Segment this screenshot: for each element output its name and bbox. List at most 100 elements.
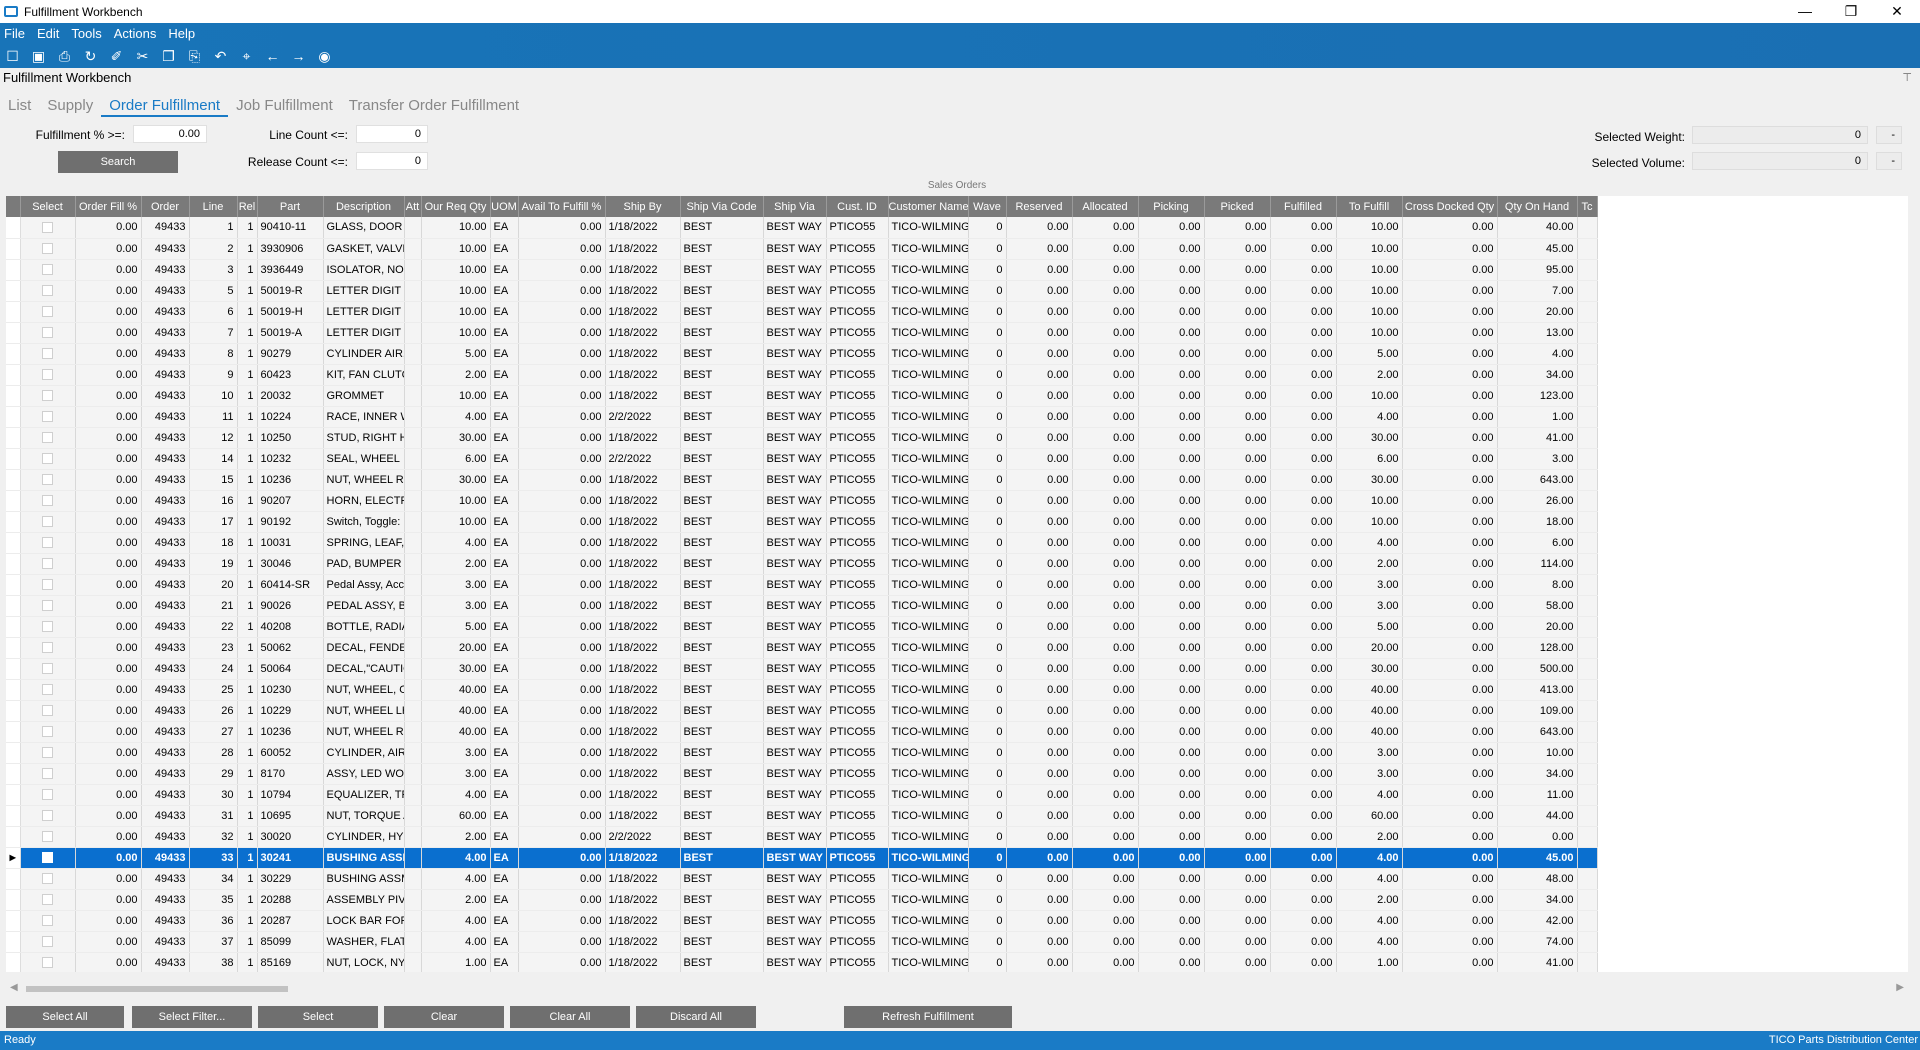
cell-order[interactable]: 49433 <box>141 574 190 596</box>
cell-rel[interactable]: 1 <box>237 385 258 407</box>
cell-picked[interactable]: 0.00 <box>1204 364 1271 386</box>
cell-description[interactable]: NUT, WHEEL RH <box>323 721 405 743</box>
cell-reserved[interactable]: 0.00 <box>1006 469 1073 491</box>
stop-icon[interactable]: ◉ <box>316 48 333 65</box>
row-indicator[interactable] <box>6 910 21 932</box>
cell-wave[interactable]: 0 <box>968 805 1007 827</box>
cell-avail-to-fulfill[interactable]: 0.00 <box>518 322 606 344</box>
cell-cust-id[interactable]: PTICO55 <box>826 826 889 848</box>
cell-uom[interactable]: EA <box>490 700 519 722</box>
cell-reserved[interactable]: 0.00 <box>1006 616 1073 638</box>
cell-picking[interactable]: 0.00 <box>1138 700 1205 722</box>
table-row[interactable]: 0.00 49433 26 1 10229 NUT, WHEEL LH 40.00 EA 0.0… <box>6 700 1598 722</box>
cell-cust-id[interactable]: PTICO55 <box>826 259 889 281</box>
cell-ship-via[interactable]: BEST WAY <box>763 427 827 449</box>
cell-description[interactable]: DECAL, FENDER <box>323 637 405 659</box>
cell-att[interactable] <box>404 847 422 869</box>
cell-rel[interactable]: 1 <box>237 868 258 890</box>
cell-part[interactable]: 20032 <box>257 385 324 407</box>
cell-cust-id[interactable]: PTICO55 <box>826 511 889 533</box>
cell-our-req-qty[interactable]: 10.00 <box>421 280 491 302</box>
cell-avail-to-fulfill[interactable]: 0.00 <box>518 595 606 617</box>
select-checkbox[interactable] <box>42 768 53 780</box>
cell-avail-to-fulfill[interactable]: 0.00 <box>518 259 606 281</box>
cell-cross-docked-qty[interactable]: 0.00 <box>1402 427 1498 449</box>
column-header[interactable]: Order <box>141 196 190 217</box>
search-button[interactable]: Search <box>58 151 178 173</box>
table-row[interactable]: 0.00 49433 29 1 8170 ASSY, LED WOR 3.00 EA 0.00 1… <box>6 763 1598 785</box>
cell-att[interactable] <box>404 490 422 512</box>
table-row[interactable]: 0.00 49433 38 1 85169 NUT, LOCK, NYL 1.00 EA 0.0… <box>6 952 1598 972</box>
cell-qty-on-hand[interactable]: 123.00 <box>1497 385 1578 407</box>
cell-part[interactable]: 10236 <box>257 721 324 743</box>
select-checkbox[interactable] <box>42 495 53 507</box>
cell-cross-docked-qty[interactable]: 0.00 <box>1402 910 1498 932</box>
cell-part[interactable]: 90279 <box>257 343 324 365</box>
cell-ship-via-code[interactable]: BEST <box>680 931 764 953</box>
table-row[interactable]: 0.00 49433 14 1 10232 SEAL, WHEEL 6.00 EA 0.00 2/… <box>6 448 1598 470</box>
cell-our-req-qty[interactable]: 4.00 <box>421 931 491 953</box>
cell-allocated[interactable]: 0.00 <box>1072 658 1139 680</box>
cell-to-fulfill[interactable]: 10.00 <box>1336 385 1403 407</box>
cell-avail-to-fulfill[interactable]: 0.00 <box>518 763 606 785</box>
cell-allocated[interactable]: 0.00 <box>1072 364 1139 386</box>
cell-order[interactable]: 49433 <box>141 238 190 260</box>
cell-ship-by[interactable]: 1/18/2022 <box>605 637 681 659</box>
cell-rel[interactable]: 1 <box>237 679 258 701</box>
cell-to-fulfill[interactable]: 30.00 <box>1336 658 1403 680</box>
select-checkbox[interactable] <box>42 726 53 738</box>
cell-ship-by[interactable]: 1/18/2022 <box>605 595 681 617</box>
cell-ship-via-code[interactable]: BEST <box>680 385 764 407</box>
cell-picking[interactable]: 0.00 <box>1138 217 1205 239</box>
cell-cust-id[interactable]: PTICO55 <box>826 364 889 386</box>
cell-rel[interactable]: 1 <box>237 217 258 239</box>
cell-cross-docked-qty[interactable]: 0.00 <box>1402 616 1498 638</box>
cell-reserved[interactable]: 0.00 <box>1006 679 1073 701</box>
cell-att[interactable] <box>404 406 422 428</box>
cell-reserved[interactable]: 0.00 <box>1006 553 1073 575</box>
table-row[interactable]: 0.00 49433 9 1 60423 KIT, FAN CLUTC 2.00 EA 0.00… <box>6 364 1598 386</box>
cell-cross-docked-qty[interactable]: 0.00 <box>1402 658 1498 680</box>
cell-fulfilled[interactable]: 0.00 <box>1270 301 1337 323</box>
cell-cust-id[interactable]: PTICO55 <box>826 658 889 680</box>
cell-customer-name[interactable]: TICO-WILMINGT <box>888 217 969 239</box>
cell-uom[interactable]: EA <box>490 616 519 638</box>
cell-picking[interactable]: 0.00 <box>1138 511 1205 533</box>
table-row[interactable]: 0.0049433313936449ISOLATOR, NOIS10.00EA0… <box>6 259 1598 281</box>
cell-ship-via-code[interactable]: BEST <box>680 868 764 890</box>
cell-fulfilled[interactable]: 0.00 <box>1270 679 1337 701</box>
cell-to-fulfill[interactable]: 5.00 <box>1336 343 1403 365</box>
cell-line[interactable]: 26 <box>189 700 238 722</box>
cell-order-fill[interactable]: 0.00 <box>75 763 142 785</box>
cell-our-req-qty[interactable]: 6.00 <box>421 448 491 470</box>
cell-att[interactable] <box>404 595 422 617</box>
cell-qty-on-hand[interactable]: 4.00 <box>1497 343 1578 365</box>
row-indicator[interactable] <box>6 301 21 323</box>
select-checkbox[interactable] <box>42 642 53 654</box>
cell-qty-on-hand[interactable]: 74.00 <box>1497 931 1578 953</box>
column-header[interactable] <box>6 196 21 217</box>
cell-part[interactable]: 8170 <box>257 763 324 785</box>
cell-fulfilled[interactable]: 0.00 <box>1270 889 1337 911</box>
column-header[interactable]: Rel <box>237 196 258 217</box>
cell-allocated[interactable]: 0.00 <box>1072 679 1139 701</box>
cell-description[interactable]: CYLINDER, AIR <box>323 742 405 764</box>
cell-wave[interactable]: 0 <box>968 343 1007 365</box>
cell-qty-on-hand[interactable]: 42.00 <box>1497 910 1578 932</box>
cell-uom[interactable]: EA <box>490 217 519 239</box>
cell-wave[interactable]: 0 <box>968 616 1007 638</box>
cell-picked[interactable]: 0.00 <box>1204 217 1271 239</box>
cell-description[interactable]: NUT, WHEEL, O <box>323 679 405 701</box>
cell-cust-id[interactable]: PTICO55 <box>826 784 889 806</box>
cell-customer-name[interactable]: TICO-WILMINGT <box>888 343 969 365</box>
scroll-left-icon[interactable]: ◀ <box>10 982 18 993</box>
row-indicator[interactable] <box>6 532 21 554</box>
column-header[interactable]: Tc <box>1577 196 1598 217</box>
cell-picked[interactable]: 0.00 <box>1204 280 1271 302</box>
table-row[interactable]: 0.00 49433 19 1 30046 PAD, BUMPER 2.00 EA 0.00 1/… <box>6 553 1598 575</box>
cell-to-fulfill[interactable]: 1.00 <box>1336 952 1403 972</box>
cell-order[interactable]: 49433 <box>141 952 190 972</box>
cell-line[interactable]: 27 <box>189 721 238 743</box>
cell-description[interactable]: LETTER DIGIT " <box>323 280 405 302</box>
cell-description[interactable]: EQUALIZER, TR <box>323 784 405 806</box>
